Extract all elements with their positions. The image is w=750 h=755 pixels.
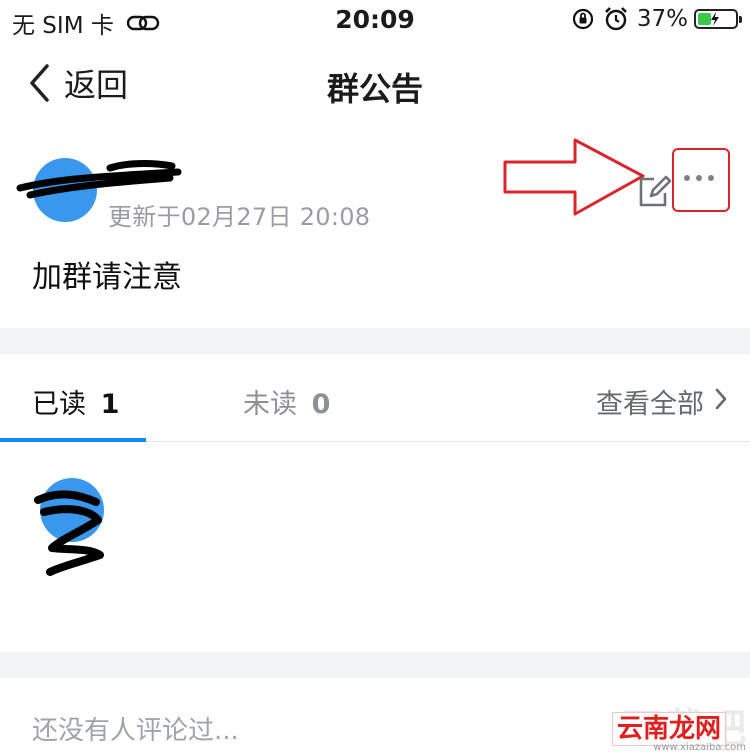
tab-read[interactable]: 已读 1 <box>32 382 119 421</box>
comment-empty-text: 还没有人评论过... <box>32 716 239 746</box>
tab-unread-count: 0 <box>311 389 331 420</box>
view-all-link[interactable]: 查看全部 <box>596 382 704 421</box>
watermark: 下载吧 云南龙网 www.xiazaiba.com <box>612 698 750 755</box>
tab-read-label: 已读 <box>32 389 86 420</box>
charging-bolt-icon <box>711 12 719 26</box>
battery-icon <box>694 9 742 29</box>
orientation-lock-icon <box>572 8 593 30</box>
watermark-logo: 云南龙网 <box>612 712 727 746</box>
status-bar: 无 SIM 卡 20:09 37% <box>0 0 750 42</box>
tab-unread[interactable]: 未读 0 <box>243 382 330 421</box>
tab-unread-label: 未读 <box>243 389 297 420</box>
more-icon <box>684 175 714 181</box>
battery-percent: 37% <box>636 6 688 32</box>
more-button[interactable] <box>672 148 730 212</box>
author-avatar[interactable] <box>33 158 97 222</box>
battery-cap <box>739 16 742 23</box>
page-title: 群公告 <box>326 70 423 108</box>
update-time: 更新于02月27日 20:08 <box>108 203 371 231</box>
announcement-content: 加群请注意 <box>32 260 182 295</box>
reader-avatar[interactable] <box>40 478 104 542</box>
watermark-url: www.xiazaiba.com <box>653 742 746 753</box>
nav-bar: 返回 群公告 <box>0 42 750 126</box>
section-divider <box>0 328 750 354</box>
tab-read-count: 1 <box>100 389 120 420</box>
edit-icon[interactable] <box>634 172 674 212</box>
alarm-icon <box>604 7 627 31</box>
status-right: 37% <box>571 6 742 32</box>
section-divider-2 <box>0 652 750 678</box>
tab-active-indicator <box>0 438 146 442</box>
read-tabs: 已读 1 未读 0 查看全部 <box>0 354 750 442</box>
chevron-right-icon <box>715 388 727 410</box>
